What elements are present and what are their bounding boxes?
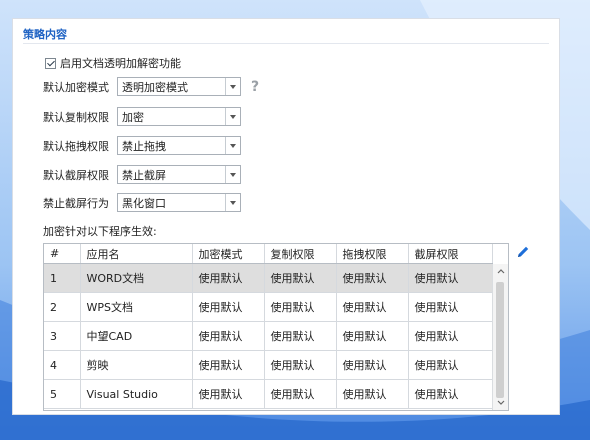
cell-screenshot-permission: 使用默认 xyxy=(408,321,493,351)
screenshot-block-behavior-label: 禁止截屏行为 xyxy=(43,196,109,210)
cell-index: 4 xyxy=(44,350,81,380)
select-value: 加密 xyxy=(122,110,144,124)
cell-drag-permission: 使用默认 xyxy=(336,379,409,409)
cell-drag-permission: 使用默认 xyxy=(336,321,409,351)
cell-copy-permission: 使用默认 xyxy=(264,379,337,409)
cell-app-name: Visual Studio xyxy=(80,379,193,409)
enable-encryption-checkbox[interactable] xyxy=(45,57,56,69)
chevron-down-icon[interactable] xyxy=(225,108,240,125)
cell-drag-permission: 使用默认 xyxy=(336,350,409,380)
default-drag-permission-label: 默认拖拽权限 xyxy=(43,139,109,153)
default-encrypt-mode-select[interactable]: 透明加密模式 xyxy=(117,77,241,96)
cell-screenshot-permission: 使用默认 xyxy=(408,379,493,409)
cell-index: 3 xyxy=(44,321,81,351)
table-header-row: # 应用名 加密模式 复制权限 拖拽权限 截屏权限 xyxy=(44,244,493,264)
default-screenshot-permission-label: 默认截屏权限 xyxy=(43,168,109,182)
select-value: 黑化窗口 xyxy=(122,196,166,210)
cell-copy-permission: 使用默认 xyxy=(264,321,337,351)
chevron-down-icon[interactable] xyxy=(225,194,240,211)
cell-screenshot-permission: 使用默认 xyxy=(408,263,493,293)
select-value: 透明加密模式 xyxy=(122,80,188,94)
default-copy-permission-select[interactable]: 加密 xyxy=(117,107,241,126)
cell-encrypt-mode: 使用默认 xyxy=(192,263,265,293)
cell-drag-permission: 使用默认 xyxy=(336,292,409,322)
cell-index: 2 xyxy=(44,292,81,322)
scroll-up-icon[interactable] xyxy=(493,264,508,278)
pencil-icon[interactable] xyxy=(516,245,530,262)
table-row[interactable]: 4 剪映 使用默认 使用默认 使用默认 使用默认 xyxy=(44,350,493,380)
table-caption: 加密针对以下程序生效: xyxy=(43,225,157,238)
column-header-encrypt-mode[interactable]: 加密模式 xyxy=(192,244,265,264)
chevron-down-icon[interactable] xyxy=(225,166,240,183)
column-header-screenshot-permission[interactable]: 截屏权限 xyxy=(408,244,493,264)
default-encrypt-mode-row: 默认加密模式 透明加密模式 ? xyxy=(43,77,263,96)
default-copy-permission-row: 默认复制权限 加密 xyxy=(43,107,241,126)
question-mark-icon[interactable]: ? xyxy=(251,80,263,94)
cell-copy-permission: 使用默认 xyxy=(264,350,337,380)
default-encrypt-mode-label: 默认加密模式 xyxy=(43,80,109,94)
chevron-down-icon[interactable] xyxy=(225,137,240,154)
table-row[interactable]: 1 WORD文档 使用默认 使用默认 使用默认 使用默认 xyxy=(44,263,493,293)
cell-encrypt-mode: 使用默认 xyxy=(192,292,265,322)
column-header-index[interactable]: # xyxy=(44,244,81,264)
cell-app-name: WPS文档 xyxy=(80,292,193,322)
cell-app-name: 中望CAD xyxy=(80,321,193,351)
table-vertical-scrollbar[interactable] xyxy=(492,264,508,410)
policy-content-panel: 策略内容 启用文档透明加解密功能 默认加密模式 透明加密模式 ? 默认复制权限 … xyxy=(12,18,560,415)
cell-app-name: WORD文档 xyxy=(80,263,193,293)
table-row[interactable]: 2 WPS文档 使用默认 使用默认 使用默认 使用默认 xyxy=(44,292,493,322)
scroll-down-icon[interactable] xyxy=(493,396,508,410)
section-title: 策略内容 xyxy=(23,28,67,41)
section-divider xyxy=(23,43,549,44)
table-row[interactable]: 3 中望CAD 使用默认 使用默认 使用默认 使用默认 xyxy=(44,321,493,351)
cell-copy-permission: 使用默认 xyxy=(264,263,337,293)
screenshot-block-behavior-row: 禁止截屏行为 黑化窗口 xyxy=(43,193,241,212)
cell-screenshot-permission: 使用默认 xyxy=(408,292,493,322)
chevron-down-icon[interactable] xyxy=(225,78,240,95)
enable-encryption-label: 启用文档透明加解密功能 xyxy=(60,57,181,70)
cell-copy-permission: 使用默认 xyxy=(264,292,337,322)
cell-app-name: 剪映 xyxy=(80,350,193,380)
cell-encrypt-mode: 使用默认 xyxy=(192,379,265,409)
application-table: # 应用名 加密模式 复制权限 拖拽权限 截屏权限 1 WORD文档 使用默认 … xyxy=(43,243,509,411)
enable-encryption-row[interactable]: 启用文档透明加解密功能 xyxy=(45,55,181,71)
default-drag-permission-row: 默认拖拽权限 禁止拖拽 xyxy=(43,136,241,155)
select-value: 禁止截屏 xyxy=(122,168,166,182)
select-value: 禁止拖拽 xyxy=(122,139,166,153)
table-row[interactable]: 5 Visual Studio 使用默认 使用默认 使用默认 使用默认 xyxy=(44,379,493,409)
cell-encrypt-mode: 使用默认 xyxy=(192,350,265,380)
screenshot-block-behavior-select[interactable]: 黑化窗口 xyxy=(117,193,241,212)
default-drag-permission-select[interactable]: 禁止拖拽 xyxy=(117,136,241,155)
cell-encrypt-mode: 使用默认 xyxy=(192,321,265,351)
cell-drag-permission: 使用默认 xyxy=(336,263,409,293)
column-header-app-name[interactable]: 应用名 xyxy=(80,244,193,264)
scrollbar-thumb[interactable] xyxy=(496,282,504,398)
cell-screenshot-permission: 使用默认 xyxy=(408,350,493,380)
default-screenshot-permission-select[interactable]: 禁止截屏 xyxy=(117,165,241,184)
column-header-drag-permission[interactable]: 拖拽权限 xyxy=(336,244,409,264)
default-screenshot-permission-row: 默认截屏权限 禁止截屏 xyxy=(43,165,241,184)
cell-index: 5 xyxy=(44,379,81,409)
cell-index: 1 xyxy=(44,263,81,293)
column-header-copy-permission[interactable]: 复制权限 xyxy=(264,244,337,264)
default-copy-permission-label: 默认复制权限 xyxy=(43,110,109,124)
